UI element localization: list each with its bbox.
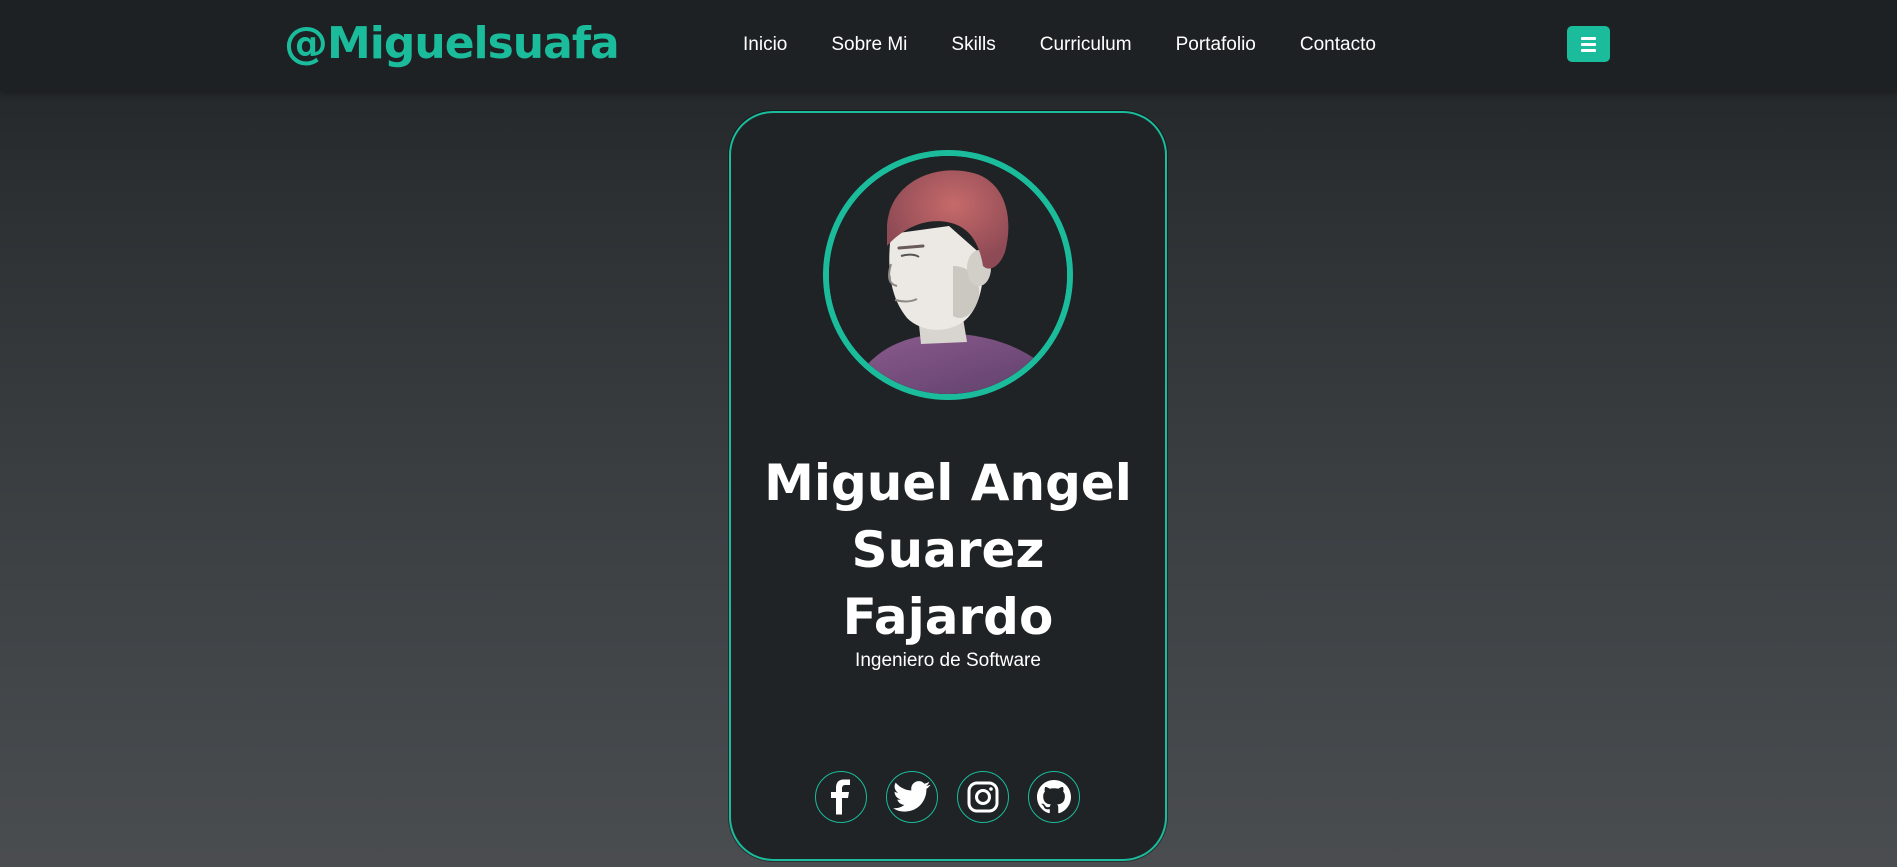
name-line-3: Fajardo [842,588,1054,646]
top-navbar: @Miguelsuafa Inicio Sobre Mi Skills Curr… [0,0,1897,91]
instagram-link[interactable] [957,771,1009,823]
profile-avatar [823,150,1073,400]
facebook-link[interactable] [815,771,867,823]
twitter-link[interactable] [886,771,938,823]
nav-sobre-mi[interactable]: Sobre Mi [831,34,907,56]
profile-name: Miguel Angel Suarez Fajardo [731,450,1165,651]
portrait-illustration [829,156,1067,394]
nav-portafolio[interactable]: Portafolio [1176,34,1256,56]
hamburger-icon-bar [1581,49,1596,52]
twitter-icon [893,781,931,812]
facebook-icon [831,779,850,815]
hamburger-icon [1581,37,1596,40]
brand-text[interactable]: @Miguelsuafa [284,18,620,69]
github-link[interactable] [1028,771,1080,823]
hamburger-icon-bar [1581,43,1596,46]
social-links [815,771,1080,823]
menu-toggle-button[interactable] [1567,26,1610,62]
nav-inicio[interactable]: Inicio [743,34,787,56]
name-line-2: Suarez [851,521,1045,579]
nav-contacto[interactable]: Contacto [1300,34,1376,56]
instagram-icon [967,781,999,813]
brand-logo[interactable]: @Miguelsuafa [284,18,620,69]
nav-skills[interactable]: Skills [951,34,995,56]
profile-card: Miguel Angel Suarez Fajardo Ingeniero de… [729,111,1167,861]
github-icon [1037,780,1071,814]
main-nav: Inicio Sobre Mi Skills Curriculum Portaf… [743,34,1420,56]
profile-role: Ingeniero de Software [855,650,1041,671]
name-line-1: Miguel Angel [764,454,1132,512]
nav-curriculum[interactable]: Curriculum [1040,34,1132,56]
